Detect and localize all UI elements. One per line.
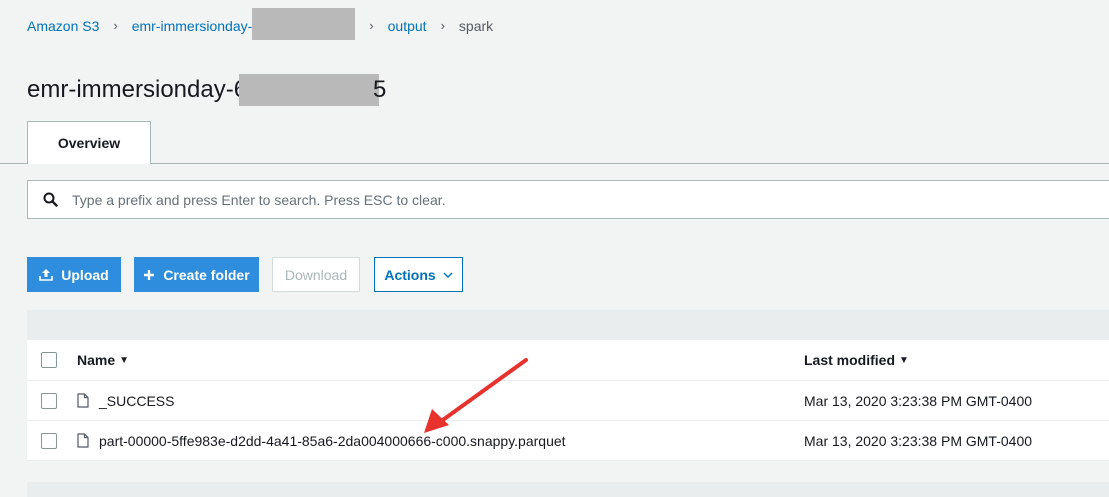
annotation-arrow	[424, 358, 528, 433]
